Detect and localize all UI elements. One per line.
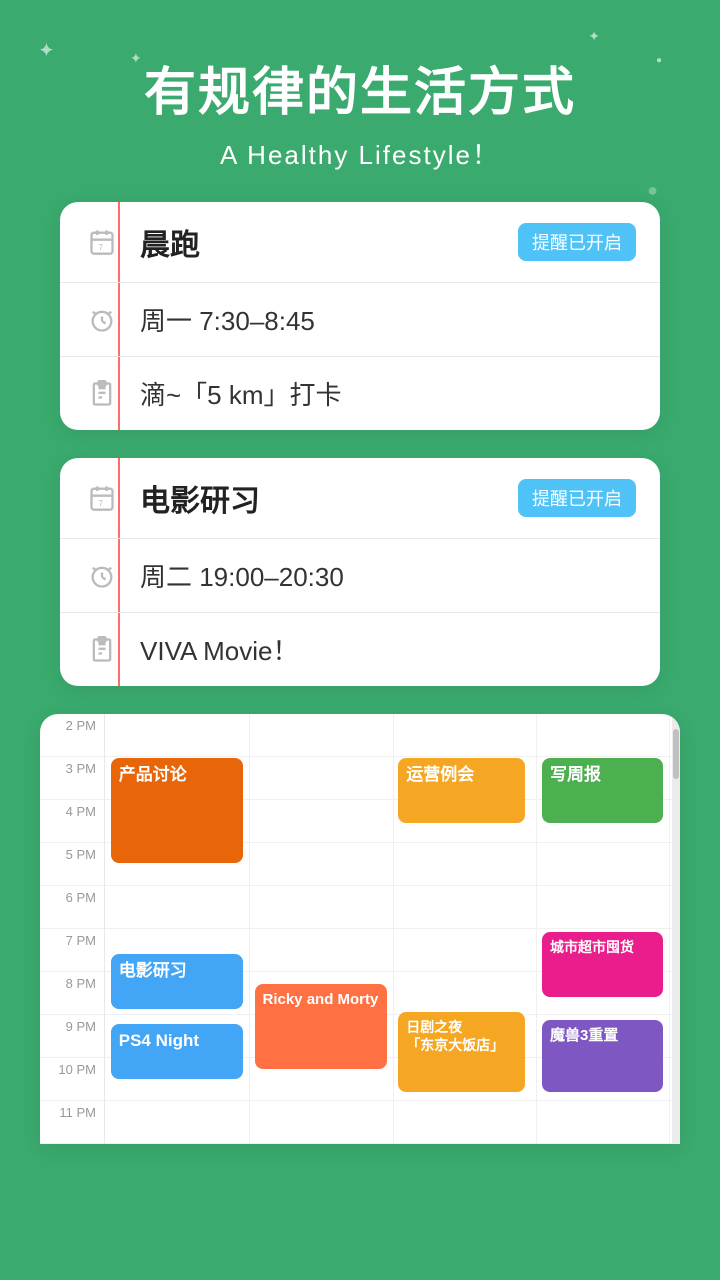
card2-time: 周二 19:00–20:30 <box>140 557 636 594</box>
alarm-icon <box>84 302 120 338</box>
svg-text:7: 7 <box>99 499 104 508</box>
time-slot-6pm: 6 PM <box>40 886 104 929</box>
event-ps4[interactable]: PS4 Night <box>111 1024 243 1079</box>
red-accent-line <box>118 458 120 538</box>
time-slot-11pm: 11 PM <box>40 1101 104 1144</box>
card2-title-row: 7 电影研习 提醒已开启 <box>60 458 660 539</box>
red-accent-line <box>118 539 120 612</box>
card1-time-row: 周一 7:30–8:45 <box>60 283 660 357</box>
card2-note: VIVA Movie！ <box>140 631 636 668</box>
card1-note-row: 滴~「5 km」打卡 <box>60 357 660 430</box>
event-zhoubao[interactable]: 写周报 <box>542 758 663 823</box>
alarm-icon <box>84 558 120 594</box>
calendar-icon: 7 <box>84 224 120 260</box>
col-divider <box>669 714 670 1144</box>
events-container: 产品讨论 运营例会 写周报 电影研习 城市超市囤货 Ricky and Mort… <box>105 714 680 1144</box>
calendar-icon: 7 <box>84 480 120 516</box>
card2-note-row: VIVA Movie！ <box>60 613 660 686</box>
col-divider <box>249 714 250 1144</box>
scrollbar-thumb[interactable] <box>673 729 679 779</box>
page-header: 有规律的生活方式 A Healthy Lifestyle！ <box>0 0 720 202</box>
time-slot-7pm: 7 PM <box>40 929 104 972</box>
calendar-grid: 2 PM 3 PM 4 PM 5 PM 6 PM 7 PM 8 PM 9 PM … <box>40 714 680 1144</box>
card2-time-row: 周二 19:00–20:30 <box>60 539 660 613</box>
scrollbar-track <box>672 714 680 1144</box>
event-moshou[interactable]: 魔兽3重置 <box>542 1020 663 1092</box>
event-dianying[interactable]: 电影研习 <box>111 954 243 1009</box>
red-accent-line <box>118 357 120 430</box>
card1-title: 晨跑 <box>140 220 518 264</box>
red-accent-line <box>118 613 120 686</box>
card2-badge: 提醒已开启 <box>518 479 636 517</box>
svg-text:7: 7 <box>99 243 104 252</box>
main-title-chinese: 有规律的生活方式 <box>40 50 680 125</box>
time-slot-10pm: 10 PM <box>40 1058 104 1101</box>
event-yunying[interactable]: 运营例会 <box>398 758 525 823</box>
col-divider <box>393 714 394 1144</box>
time-slot-5pm: 5 PM <box>40 843 104 886</box>
time-slot-8pm: 8 PM <box>40 972 104 1015</box>
red-accent-line <box>118 202 120 282</box>
card2-title: 电影研习 <box>140 476 518 520</box>
time-slot-4pm: 4 PM <box>40 800 104 843</box>
event-rijuzhiye[interactable]: 日剧之夜「东京大饭店」 <box>398 1012 525 1092</box>
time-slot-3pm: 3 PM <box>40 757 104 800</box>
calendar-view: 2 PM 3 PM 4 PM 5 PM 6 PM 7 PM 8 PM 9 PM … <box>40 714 680 1144</box>
card1-note: 滴~「5 km」打卡 <box>140 375 636 412</box>
col-divider <box>536 714 537 1144</box>
card1-badge: 提醒已开启 <box>518 223 636 261</box>
morning-run-card: 7 晨跑 提醒已开启 周一 7:30–8:45 滴~「5 km」打卡 <box>60 202 660 430</box>
event-chandao[interactable]: 产品讨论 <box>111 758 243 863</box>
movie-study-card: 7 电影研习 提醒已开启 周二 19:00–20:30 VIVA Movie！ <box>60 458 660 686</box>
red-accent-line <box>118 283 120 356</box>
time-column: 2 PM 3 PM 4 PM 5 PM 6 PM 7 PM 8 PM 9 PM … <box>40 714 105 1144</box>
time-slot-2pm: 2 PM <box>40 714 104 757</box>
time-slot-9pm: 9 PM <box>40 1015 104 1058</box>
clipboard-icon <box>84 376 120 412</box>
card1-title-row: 7 晨跑 提醒已开启 <box>60 202 660 283</box>
event-chaoihi[interactable]: 城市超市囤货 <box>542 932 663 997</box>
main-title-english: A Healthy Lifestyle！ <box>40 135 680 172</box>
event-ricky-morty[interactable]: Ricky and Morty <box>255 984 387 1069</box>
card1-time: 周一 7:30–8:45 <box>140 301 636 338</box>
clipboard-icon <box>84 632 120 668</box>
